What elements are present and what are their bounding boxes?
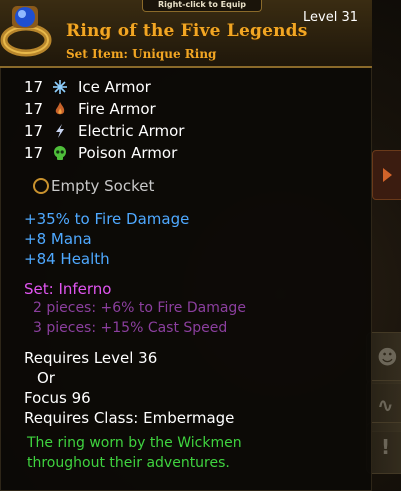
stat-mana: +8 Mana xyxy=(24,230,92,248)
expand-panel-arrow[interactable] xyxy=(372,150,401,200)
armor-value: 17 xyxy=(24,78,44,96)
tooltip-header: Right-click to Equip Level 31 Ring of th… xyxy=(0,0,372,68)
item-title: Ring of the Five Legends xyxy=(66,21,308,41)
quest-icon: ! xyxy=(381,435,391,459)
required-focus: Focus 96 xyxy=(24,389,91,407)
flame-icon xyxy=(55,102,65,115)
stat-fire-damage: +35% to Fire Damage xyxy=(24,210,190,228)
set-bonus-2: 2 pieces: +6% to Fire Damage xyxy=(33,300,246,316)
required-level: Requires Level 36 xyxy=(24,349,158,367)
item-subtitle: Set Item: Unique Ring xyxy=(66,47,217,61)
armor-label: Fire Armor xyxy=(78,100,156,118)
lightning-icon xyxy=(56,124,64,138)
armor-value: 17 xyxy=(24,122,44,140)
socket-label: Empty Socket xyxy=(51,177,155,195)
flavor-text-line-1: The ring worn by the Wickmen xyxy=(27,435,242,451)
equip-hint: Right-click to Equip xyxy=(142,0,262,12)
requirement-or: Or xyxy=(37,369,55,387)
flavor-text-line-2: throughout their adventures. xyxy=(27,455,230,471)
skills-icon: ∿ xyxy=(377,393,394,417)
set-name: Set: Inferno xyxy=(24,280,112,298)
item-level: Level 31 xyxy=(303,10,358,25)
required-class: Requires Class: Embermage xyxy=(24,409,235,427)
socket-ring-icon xyxy=(33,178,49,194)
empty-socket: Empty Socket xyxy=(33,176,154,196)
ring-item-icon xyxy=(0,6,52,57)
armor-value: 17 xyxy=(24,144,44,162)
snowflake-icon xyxy=(53,80,67,94)
character-icon: ☻ xyxy=(377,345,398,369)
armor-label: Poison Armor xyxy=(78,144,178,162)
armor-label: Ice Armor xyxy=(78,78,151,96)
poison-skull-icon xyxy=(54,146,66,160)
item-tooltip: Right-click to Equip Level 31 Ring of th… xyxy=(0,0,372,491)
armor-label: Electric Armor xyxy=(78,122,185,140)
armor-value: 17 xyxy=(24,100,44,118)
set-bonus-3: 3 pieces: +15% Cast Speed xyxy=(33,320,228,336)
stat-health: +84 Health xyxy=(24,250,110,268)
